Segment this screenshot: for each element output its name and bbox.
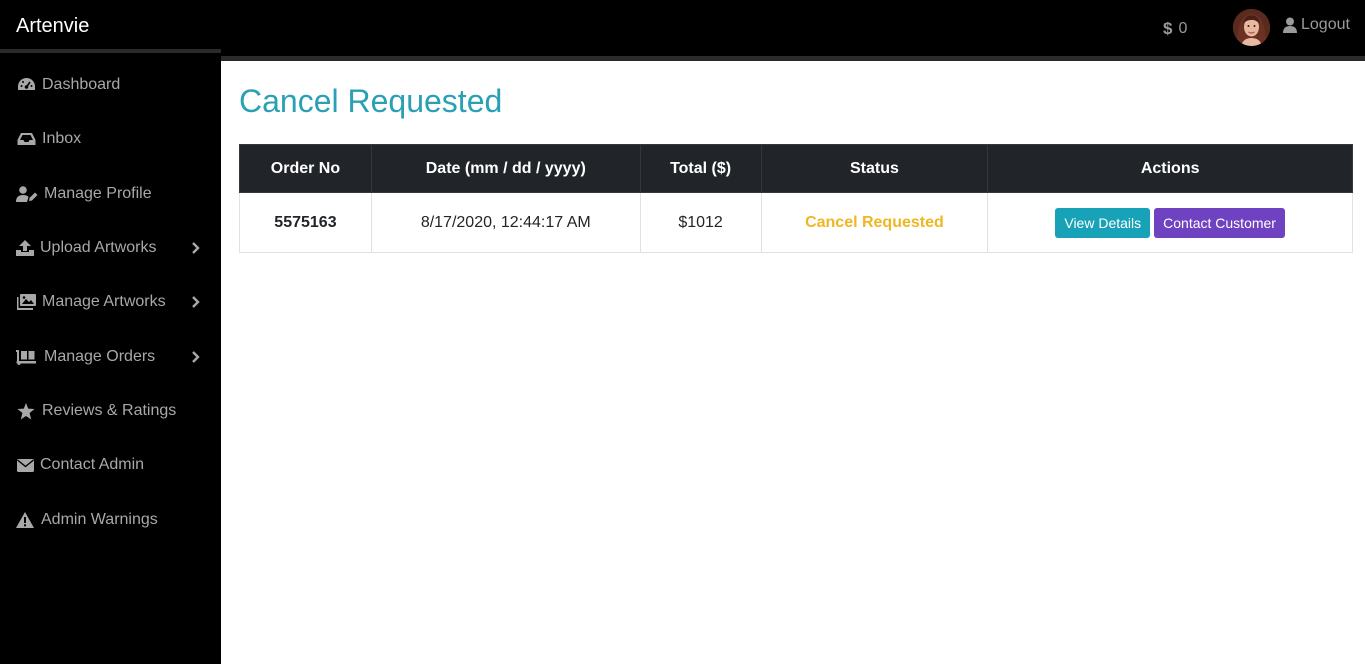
brand[interactable]: Artenvie: [0, 0, 221, 53]
column-header-order-no: Order No: [239, 144, 372, 193]
balance-value: 0: [1178, 20, 1188, 37]
dollar-icon: $: [1163, 19, 1173, 38]
column-header-date: Date (mm / dd / yyyy): [370, 144, 641, 193]
sidebar-item-label: Admin Warnings: [41, 511, 158, 528]
avatar[interactable]: [1233, 9, 1270, 46]
sidebar-item-reviews-ratings[interactable]: Reviews & Ratings: [0, 391, 221, 431]
order-total: $1012: [639, 192, 762, 253]
sidebar-item-label: Inbox: [42, 130, 82, 147]
order-date: 8/17/2020, 12:44:17 AM: [370, 192, 641, 253]
table-row: 5575163 8/17/2020, 12:44:17 AM $1012 Can…: [239, 192, 1353, 253]
sidebar-item-manage-profile[interactable]: Manage Profile: [0, 174, 221, 214]
main-content: Cancel Requested Order No Date (mm / dd …: [221, 61, 1365, 664]
sidebar-item-label: Manage Artworks: [42, 293, 166, 310]
top-navbar: Artenvie $ 0 Logout: [0, 0, 1365, 56]
contact-customer-button[interactable]: Contact Customer: [1154, 207, 1285, 238]
balance: $ 0: [1163, 19, 1187, 39]
sidebar-item-contact-admin[interactable]: Contact Admin: [0, 445, 221, 485]
table-header-row: Order No Date (mm / dd / yyyy) Total ($)…: [239, 144, 1353, 193]
logout-link[interactable]: Logout: [1283, 16, 1350, 34]
dashboard-icon: [16, 76, 36, 94]
status-badge: Cancel Requested: [760, 192, 989, 253]
sidebar: Dashboard Inbox Manage Profile Upload Ar…: [0, 56, 221, 664]
actions-cell: View Details Contact Customer: [987, 192, 1353, 253]
envelope-icon: [15, 456, 35, 474]
sidebar-item-label: Manage Orders: [44, 348, 156, 365]
page-title: Cancel Requested: [239, 83, 503, 119]
brand-name[interactable]: Artenvie: [16, 15, 89, 38]
sidebar-item-label: Manage Profile: [44, 185, 152, 202]
column-header-actions: Actions: [987, 144, 1353, 193]
inbox-icon: [16, 130, 36, 148]
upload-icon: [15, 239, 35, 257]
sidebar-item-label: Dashboard: [42, 76, 121, 93]
warning-icon: [15, 511, 35, 529]
sidebar-item-dashboard[interactable]: Dashboard: [0, 65, 221, 105]
sidebar-item-label: Upload Artworks: [40, 239, 157, 256]
sidebar-item-admin-warnings[interactable]: Admin Warnings: [0, 500, 221, 540]
user-icon: [1283, 17, 1297, 33]
chevron-right-icon: [190, 294, 202, 310]
chevron-right-icon: [190, 349, 202, 365]
star-icon: [16, 402, 36, 420]
sidebar-item-label: Reviews & Ratings: [42, 402, 177, 419]
sidebar-item-inbox[interactable]: Inbox: [0, 119, 221, 159]
sidebar-item-label: Contact Admin: [40, 456, 145, 473]
view-details-button[interactable]: View Details: [1055, 207, 1151, 238]
logout-label[interactable]: Logout: [1301, 16, 1350, 34]
sidebar-item-manage-orders[interactable]: Manage Orders: [0, 337, 221, 377]
orders-table: Order No Date (mm / dd / yyyy) Total ($)…: [239, 144, 1353, 253]
order-number: 5575163: [239, 192, 372, 253]
sidebar-item-upload-artworks[interactable]: Upload Artworks: [0, 228, 221, 268]
user-edit-icon: [16, 185, 38, 203]
column-header-status: Status: [760, 144, 989, 193]
dolly-icon: [16, 348, 38, 366]
sidebar-item-manage-artworks[interactable]: Manage Artworks: [0, 282, 221, 322]
chevron-right-icon: [190, 240, 202, 256]
images-icon: [16, 293, 36, 311]
column-header-total: Total ($): [639, 144, 762, 193]
